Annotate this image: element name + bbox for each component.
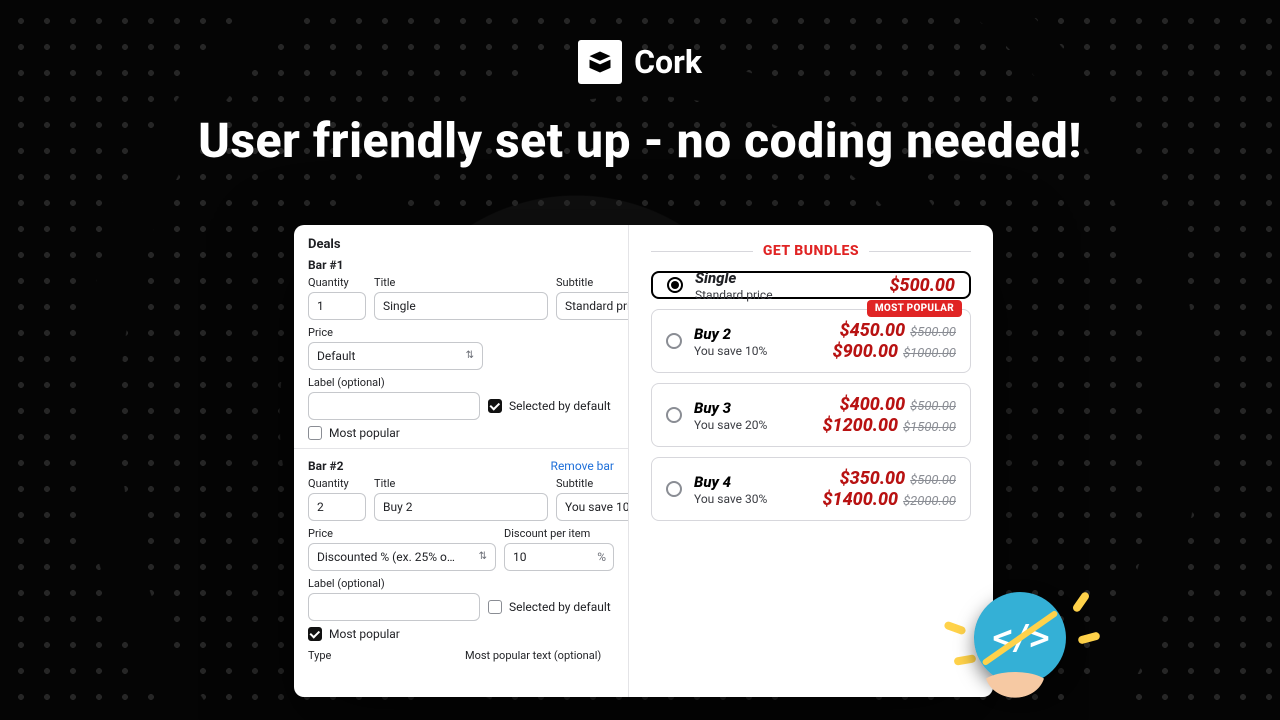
bundle-total-compare: $1500.00 bbox=[903, 420, 956, 435]
bar2-quantity-input[interactable] bbox=[308, 493, 366, 521]
bar1-mostpopular-label: Most popular bbox=[329, 426, 400, 440]
divider bbox=[869, 251, 971, 252]
divider bbox=[651, 251, 753, 252]
chevron-updown-icon: ⇅ bbox=[466, 351, 474, 361]
bar2-subtitle-label: Subtitle bbox=[556, 477, 629, 490]
bar1-selected-default-checkbox[interactable]: Selected by default bbox=[488, 399, 611, 413]
bundle-total: $1200.00 bbox=[822, 415, 898, 436]
radio-selected-icon bbox=[667, 277, 683, 293]
bar2-labelopt-label: Label (optional) bbox=[308, 577, 614, 590]
brand-logo-icon bbox=[578, 40, 622, 84]
bundle-total: $900.00 bbox=[833, 341, 899, 362]
no-code-decoration-icon: </> bbox=[950, 562, 1090, 702]
bar2-price-value: Discounted % (ex. 25% off) bbox=[317, 550, 457, 564]
checkbox-checked-icon bbox=[308, 627, 322, 641]
hero-headline: User friendly set up - no coding needed! bbox=[0, 112, 1280, 169]
radio-icon bbox=[666, 407, 682, 423]
bar1-mostpopular-checkbox[interactable]: Most popular bbox=[308, 426, 614, 440]
bar2-price-select[interactable]: Discounted % (ex. 25% off) ⇅ bbox=[308, 543, 496, 571]
bar2-subtitle-input[interactable] bbox=[556, 493, 629, 521]
bar1-title-input[interactable] bbox=[374, 292, 548, 320]
bundle-total-compare: $1000.00 bbox=[903, 346, 956, 361]
bundle-compare: $500.00 bbox=[910, 325, 956, 340]
bundle-subtitle: Standard price bbox=[695, 288, 877, 302]
bar1-subtitle-input[interactable] bbox=[556, 292, 629, 320]
deals-form-panel: Deals Bar #1 Quantity Title Subtitle Pri… bbox=[294, 225, 629, 697]
bundle-compare: $500.00 bbox=[910, 473, 956, 488]
bundle-title: Single bbox=[695, 269, 877, 287]
radio-icon bbox=[666, 333, 682, 349]
checkbox-checked-icon bbox=[488, 399, 502, 413]
bundle-compare: $500.00 bbox=[910, 399, 956, 414]
bar1-title-label: Title bbox=[374, 276, 548, 289]
bundle-title: Buy 2 bbox=[694, 325, 821, 343]
bar2-discount-label: Discount per item bbox=[504, 527, 614, 540]
bar2-quantity-label: Quantity bbox=[308, 477, 366, 490]
bar1-price-label: Price bbox=[308, 326, 614, 339]
bundle-subtitle: You save 30% bbox=[694, 492, 810, 506]
remove-bar-link[interactable]: Remove bar bbox=[551, 459, 614, 473]
bar1-heading: Bar #1 bbox=[308, 258, 614, 272]
bar2-price-label: Price bbox=[308, 527, 496, 540]
bar2-discount-unit: % bbox=[597, 543, 606, 571]
bar1-labelopt-input[interactable] bbox=[308, 392, 480, 420]
bar2-heading: Bar #2 bbox=[308, 459, 343, 473]
bar2-mptext-label: Most popular text (optional) bbox=[465, 649, 614, 662]
checkbox-icon bbox=[308, 426, 322, 440]
bar2-selected-default-label: Selected by default bbox=[509, 600, 611, 614]
radio-icon bbox=[666, 481, 682, 497]
most-popular-badge: MOST POPULAR bbox=[867, 300, 962, 317]
bar1-price-select[interactable]: Default ⇅ bbox=[308, 342, 483, 370]
deals-heading: Deals bbox=[308, 237, 614, 252]
bundles-preview-panel: GET BUNDLES Single Standard price $500.0… bbox=[629, 225, 993, 697]
bundle-price: $450.00 bbox=[840, 320, 906, 341]
bar1-subtitle-label: Subtitle bbox=[556, 276, 629, 289]
bundle-price: $500.00 bbox=[889, 275, 955, 296]
bar1-price-value: Default bbox=[317, 349, 355, 363]
bar1-quantity-input[interactable] bbox=[308, 292, 366, 320]
bar2-title-input[interactable] bbox=[374, 493, 548, 521]
bundle-price: $400.00 bbox=[840, 394, 906, 415]
brand-header: Cork bbox=[0, 40, 1280, 84]
bundle-option-buy4[interactable]: Buy 4 You save 30% $350.00 $500.00 $1400.… bbox=[651, 457, 971, 521]
bar2-labelopt-input[interactable] bbox=[308, 593, 480, 621]
bar1-labelopt-label: Label (optional) bbox=[308, 376, 614, 389]
bundle-title: Buy 3 bbox=[694, 399, 810, 417]
bundle-option-single[interactable]: Single Standard price $500.00 bbox=[651, 271, 971, 299]
bundle-price: $350.00 bbox=[840, 468, 906, 489]
bar2-mostpopular-checkbox[interactable]: Most popular bbox=[308, 627, 614, 641]
chevron-updown-icon: ⇅ bbox=[479, 552, 487, 562]
bar2-mostpopular-label: Most popular bbox=[329, 627, 400, 641]
bundle-subtitle: You save 10% bbox=[694, 344, 821, 358]
bundle-title: Buy 4 bbox=[694, 473, 810, 491]
bundle-option-buy2[interactable]: MOST POPULAR Buy 2 You save 10% $450.00$… bbox=[651, 309, 971, 373]
checkbox-icon bbox=[488, 600, 502, 614]
bundle-option-buy3[interactable]: Buy 3 You save 20% $400.00 $500.00 $1200.… bbox=[651, 383, 971, 447]
bar2-selected-default-checkbox[interactable]: Selected by default bbox=[488, 600, 611, 614]
bundle-subtitle: You save 20% bbox=[694, 418, 810, 432]
bar1-quantity-label: Quantity bbox=[308, 276, 366, 289]
bar2-title-label: Title bbox=[374, 477, 548, 490]
bundle-total-compare: $2000.00 bbox=[903, 494, 956, 509]
brand-name: Cork bbox=[634, 43, 702, 81]
bar1-selected-default-label: Selected by default bbox=[509, 399, 611, 413]
bar2-type-label: Type bbox=[308, 649, 457, 662]
app-card: Deals Bar #1 Quantity Title Subtitle Pri… bbox=[294, 225, 993, 697]
bundles-heading: GET BUNDLES bbox=[763, 243, 859, 259]
bundle-total: $1400.00 bbox=[822, 489, 898, 510]
